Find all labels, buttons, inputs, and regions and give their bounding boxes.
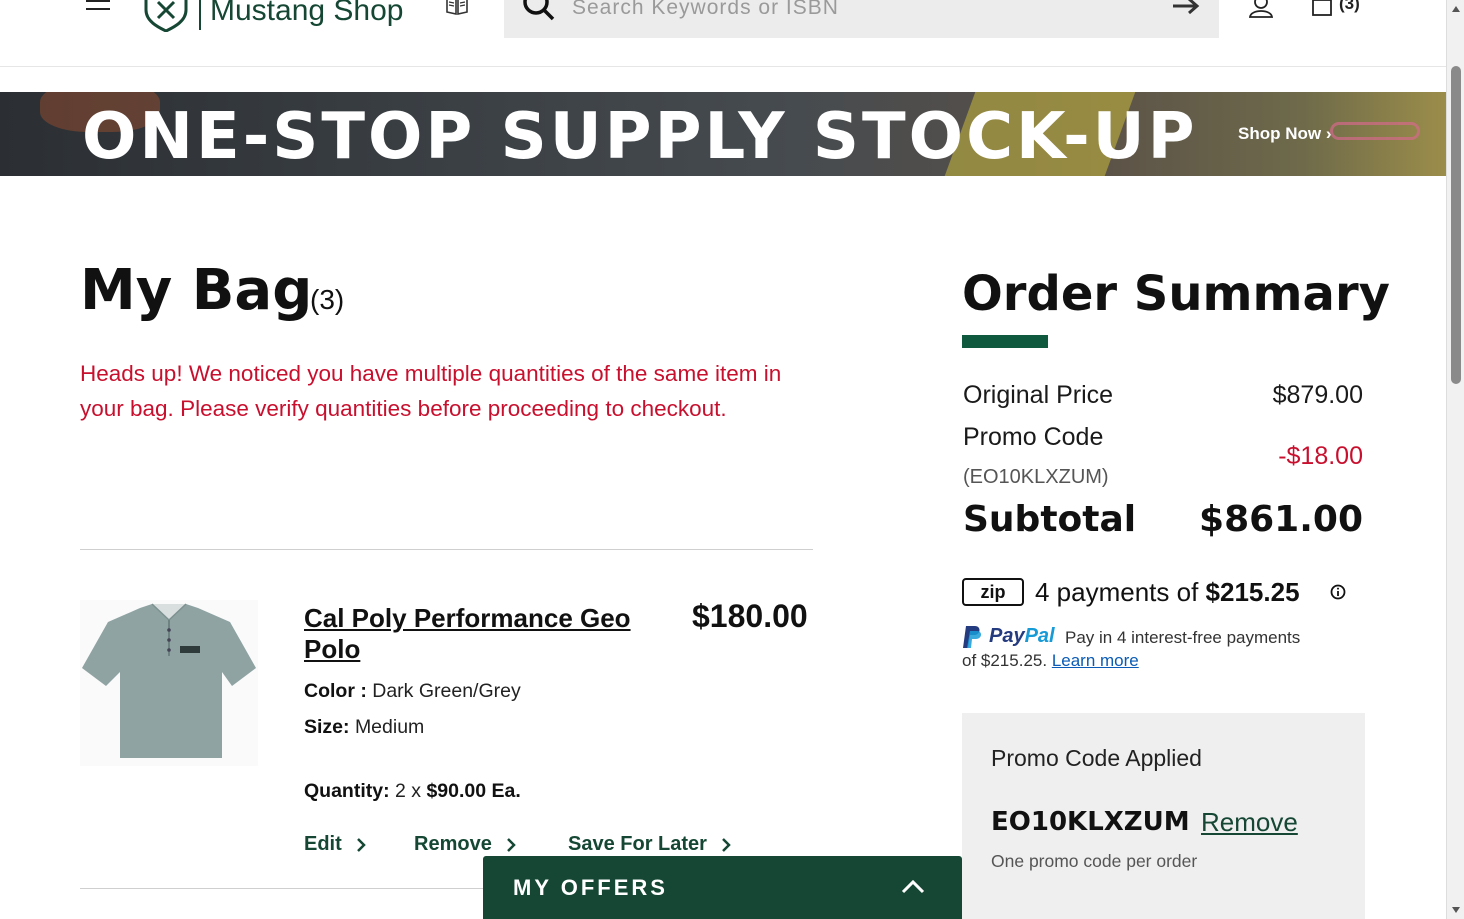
promo-code-label: Promo Code bbox=[963, 423, 1104, 451]
quantity-value: 2 x bbox=[395, 780, 422, 802]
edit-item-button[interactable]: Edit bbox=[304, 833, 366, 856]
product-color: Color : Dark Green/Grey bbox=[304, 680, 521, 703]
promo-note: One promo code per order bbox=[991, 851, 1198, 871]
zip-prefix: 4 payments of bbox=[1035, 577, 1199, 607]
mustang-shield-logo-icon[interactable] bbox=[142, 0, 190, 32]
promo-applied-heading: Promo Code Applied bbox=[991, 745, 1202, 771]
search-input[interactable] bbox=[572, 0, 1132, 20]
quantity-label: Quantity: bbox=[304, 780, 390, 802]
paypal-amount: of $215.25. bbox=[962, 651, 1048, 670]
save-for-later-button[interactable]: Save For Later bbox=[568, 833, 731, 856]
color-label: Color : bbox=[304, 680, 367, 702]
bag-item-count: (3) bbox=[310, 284, 345, 315]
paypal-word-pay: Pay bbox=[989, 625, 1025, 647]
remove-label: Remove bbox=[414, 833, 492, 855]
site-header: Mustang Shop (3) bbox=[0, 0, 1446, 67]
my-offers-drawer[interactable]: MY OFFERS bbox=[483, 856, 962, 919]
product-name-link[interactable]: Cal Poly Performance Geo Polo bbox=[304, 603, 674, 665]
scroll-up-icon[interactable] bbox=[1452, 6, 1460, 12]
chevron-right-icon bbox=[356, 837, 366, 852]
promo-banner[interactable]: ONE-STOP SUPPLY STOCK-UP Shop Now › bbox=[0, 92, 1446, 176]
chevron-right-icon bbox=[722, 837, 731, 852]
quantity-warning: Heads up! We noticed you have multiple q… bbox=[80, 361, 782, 421]
arrow-right-icon[interactable] bbox=[1171, 0, 1201, 16]
paypal-logo-icon bbox=[963, 626, 982, 648]
shopping-bag-icon[interactable] bbox=[1310, 0, 1334, 16]
product-size: Size: Medium bbox=[304, 716, 424, 739]
original-price-label: Original Price bbox=[963, 381, 1114, 409]
zip-logo-icon: zip bbox=[962, 578, 1024, 606]
zip-amount: $215.25 bbox=[1205, 577, 1300, 607]
bag-count-badge[interactable]: (3) bbox=[1339, 0, 1360, 14]
paperclip-decor bbox=[1330, 122, 1420, 140]
banner-title: ONE-STOP SUPPLY STOCK-UP bbox=[82, 100, 1198, 174]
page-title: My Bag bbox=[80, 258, 313, 323]
scroll-down-icon[interactable] bbox=[1452, 907, 1460, 913]
logo-text[interactable]: Mustang Shop bbox=[210, 0, 403, 28]
product-image[interactable] bbox=[80, 600, 258, 766]
book-icon[interactable] bbox=[445, 0, 469, 16]
original-price-value: $879.00 bbox=[1272, 381, 1363, 409]
search-bar bbox=[504, 0, 1219, 38]
order-summary-title: Order Summary bbox=[962, 266, 1390, 322]
paypal-wordmark: PayPal bbox=[989, 625, 1055, 648]
promo-discount-value: -$18.00 bbox=[1278, 442, 1363, 470]
size-value: Medium bbox=[354, 716, 425, 738]
product-quantity: Quantity: 2 x $90.00 Ea. bbox=[304, 780, 521, 803]
edit-label: Edit bbox=[304, 833, 342, 855]
promo-code-value: EO10KLXZUM bbox=[991, 807, 1190, 837]
color-value: Dark Green/Grey bbox=[372, 680, 521, 702]
subtotal-value: $861.00 bbox=[1199, 499, 1363, 540]
divider bbox=[80, 549, 813, 550]
paypal-word-pal: Pal bbox=[1024, 625, 1055, 647]
chevron-right-icon bbox=[506, 837, 516, 852]
promo-code-applied-code: (EO10KLXZUM) bbox=[963, 466, 1109, 488]
save-for-later-label: Save For Later bbox=[568, 833, 707, 855]
info-icon[interactable] bbox=[1330, 584, 1346, 600]
chevron-up-icon[interactable] bbox=[901, 880, 925, 894]
product-price: $180.00 bbox=[692, 598, 808, 634]
paypal-message-amount: of $215.25. Learn more bbox=[962, 651, 1139, 671]
logo-separator bbox=[199, 0, 201, 30]
banner-shop-now-link[interactable]: Shop Now › bbox=[1238, 124, 1331, 144]
page-scrollbar[interactable] bbox=[1446, 0, 1464, 919]
user-icon[interactable] bbox=[1248, 0, 1274, 18]
unit-price: $90.00 Ea. bbox=[426, 780, 521, 802]
title-accent-bar bbox=[962, 335, 1048, 348]
size-label: Size: bbox=[304, 716, 350, 738]
search-icon[interactable] bbox=[522, 0, 556, 22]
menu-icon[interactable] bbox=[86, 0, 110, 18]
remove-item-button[interactable]: Remove bbox=[414, 833, 516, 856]
paypal-message: Pay in 4 interest-free payments bbox=[1065, 628, 1301, 647]
scroll-thumb[interactable] bbox=[1451, 66, 1461, 384]
my-offers-label: MY OFFERS bbox=[513, 875, 668, 900]
paypal-learn-more-link[interactable]: Learn more bbox=[1052, 651, 1139, 670]
subtotal-label: Subtotal bbox=[963, 499, 1137, 540]
promo-code-panel: Promo Code Applied EO10KLXZUM Remove One… bbox=[962, 713, 1365, 919]
zip-installments: 4 payments of $215.25 bbox=[1035, 577, 1300, 608]
remove-promo-link[interactable]: Remove bbox=[1201, 807, 1298, 838]
